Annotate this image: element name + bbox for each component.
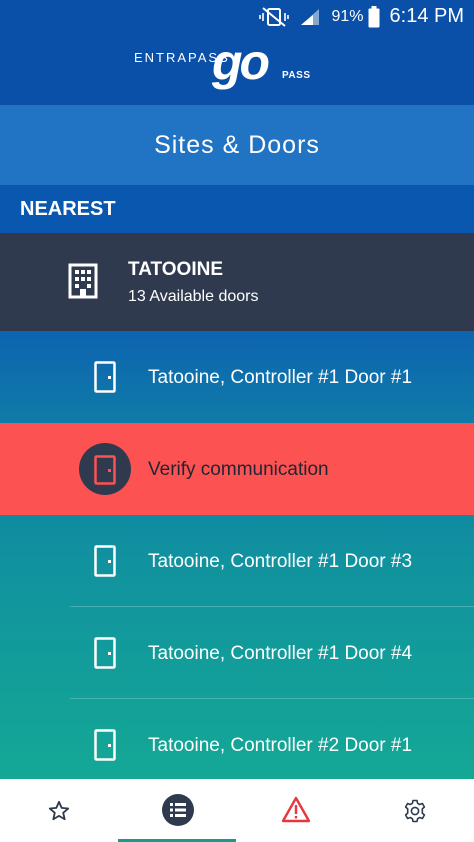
status-time: 6:14 PM <box>389 5 464 27</box>
site-row[interactable]: TATOOINE 13 Available doors <box>0 233 474 331</box>
door-label: Verify communication <box>148 459 329 480</box>
title-bar: Sites & Doors <box>0 105 474 185</box>
door-row-alert[interactable]: Verify communication <box>0 423 474 515</box>
door-icon <box>94 361 116 398</box>
door-icon <box>94 729 116 766</box>
door-row[interactable]: Tatooine, Controller #1 Door #3 <box>0 515 474 607</box>
door-icon <box>94 545 116 582</box>
door-icon <box>94 455 116 485</box>
door-row[interactable]: Tatooine, Controller #2 Door #1 <box>0 699 474 791</box>
nav-settings-button[interactable] <box>354 779 472 842</box>
battery-status: 91% <box>331 5 380 28</box>
battery-icon <box>368 5 380 28</box>
bottom-navigation <box>0 779 474 842</box>
favorites-icon <box>48 800 70 821</box>
nav-alerts-button[interactable] <box>236 779 354 842</box>
door-label: Tatooine, Controller #1 Door #3 <box>148 551 413 572</box>
door-row[interactable]: Tatooine, Controller #1 Door #1 <box>0 331 474 423</box>
section-label: NEAREST <box>20 198 116 220</box>
status-bar: 91% 6:14 PM <box>0 0 474 33</box>
warning-icon <box>281 796 311 823</box>
door-row[interactable]: Tatooine, Controller #1 Door #4 <box>0 607 474 699</box>
app-screen: 91% 6:14 PM ENTRAPASS go PASS Sites & Do… <box>0 0 474 842</box>
brand-go-text: go <box>212 34 270 90</box>
door-label: Tatooine, Controller #1 Door #1 <box>148 367 413 388</box>
door-icon <box>94 637 116 674</box>
nav-favorites-button[interactable] <box>0 779 118 842</box>
section-header-nearest: NEAREST <box>0 185 474 233</box>
door-label: Tatooine, Controller #2 Door #1 <box>148 735 413 756</box>
brand-pass-text: PASS <box>282 70 311 81</box>
site-name: TATOOINE <box>128 259 223 280</box>
signal-icon <box>299 7 321 27</box>
battery-percent: 91% <box>331 7 364 25</box>
settings-icon <box>404 799 426 823</box>
list-icon <box>162 794 194 826</box>
brand-header: ENTRAPASS go PASS <box>0 33 474 105</box>
nav-list-button[interactable] <box>118 779 236 842</box>
building-icon <box>67 263 99 304</box>
mute-vibrate-icon <box>259 6 290 27</box>
door-alert-badge <box>79 443 131 495</box>
page-title: Sites & Doors <box>154 130 320 159</box>
door-label: Tatooine, Controller #1 Door #4 <box>148 643 413 664</box>
site-available-doors: 13 Available doors <box>128 288 259 305</box>
